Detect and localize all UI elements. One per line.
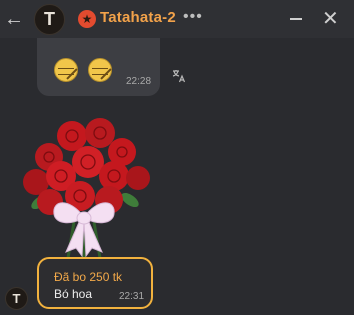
translate-icon[interactable] [172,69,186,83]
emoji-icon [54,58,78,82]
gift-name: Bó hoa [54,287,93,301]
close-icon[interactable]: ✕ [322,8,339,30]
gift-message-bubble[interactable]: Đã bo 250 tk Bó hoa 22:31 [37,257,153,309]
avatar[interactable]: T [34,4,65,35]
emoji-icon [88,58,112,82]
chat-title[interactable]: Tatahata-2 [100,9,176,26]
message-time: 22:28 [126,76,152,87]
star-icon: ★ [78,10,96,28]
sender-avatar[interactable]: T [5,287,28,310]
minimize-icon[interactable] [290,18,302,20]
more-icon[interactable]: ••• [183,8,203,26]
chat-header: ← T ★ Tatahata-2 ••• ✕ [0,0,354,38]
gift-title: Đã bo 250 tk [54,270,123,284]
message-time: 22:31 [119,291,145,302]
rose-bouquet-image [23,118,150,259]
back-arrow-icon[interactable]: ← [4,8,24,30]
